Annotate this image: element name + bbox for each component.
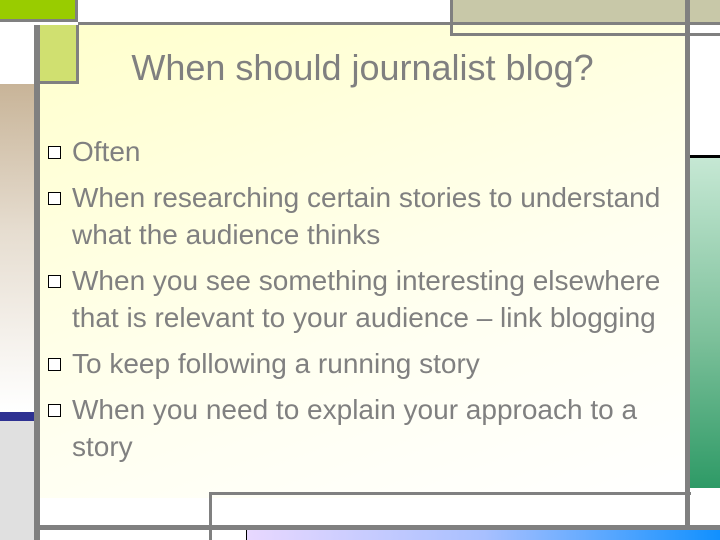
bullet-text: When researching certain stories to unde… xyxy=(72,182,661,250)
decorative-left-divider xyxy=(34,25,40,540)
decorative-tan-outline xyxy=(450,22,720,36)
bullet-list: Often When researching certain stories t… xyxy=(42,133,682,474)
decorative-left-navy-stripe xyxy=(0,412,34,421)
slide-title: When should journalist blog? xyxy=(131,47,594,88)
bullet-item: When you see something interesting elsew… xyxy=(42,262,682,336)
bullet-text: When you need to explain your approach t… xyxy=(72,394,638,462)
bullet-item: To keep following a running story xyxy=(42,345,682,382)
bullet-item: When you need to explain your approach t… xyxy=(42,391,682,465)
decorative-left-gray-block xyxy=(0,421,34,540)
decorative-left-tan-gradient xyxy=(0,84,34,412)
hollow-square-icon xyxy=(48,192,61,205)
hollow-square-icon xyxy=(48,404,61,417)
decorative-green-top-block xyxy=(0,0,78,22)
decorative-tan-top-block xyxy=(450,0,720,22)
bullet-item: When researching certain stories to unde… xyxy=(42,179,682,253)
decorative-left-white-block xyxy=(0,25,34,84)
bullet-text: When you see something interesting elsew… xyxy=(72,265,661,333)
hollow-square-icon xyxy=(48,146,61,159)
bullet-text: Often xyxy=(72,136,141,167)
bullet-text: To keep following a running story xyxy=(72,348,480,379)
hollow-square-icon xyxy=(48,275,61,288)
decorative-bottom-gradient-bar xyxy=(246,530,720,540)
decorative-right-green-gradient xyxy=(690,158,720,488)
hollow-square-icon xyxy=(48,358,61,371)
bullet-item: Often xyxy=(42,133,682,170)
